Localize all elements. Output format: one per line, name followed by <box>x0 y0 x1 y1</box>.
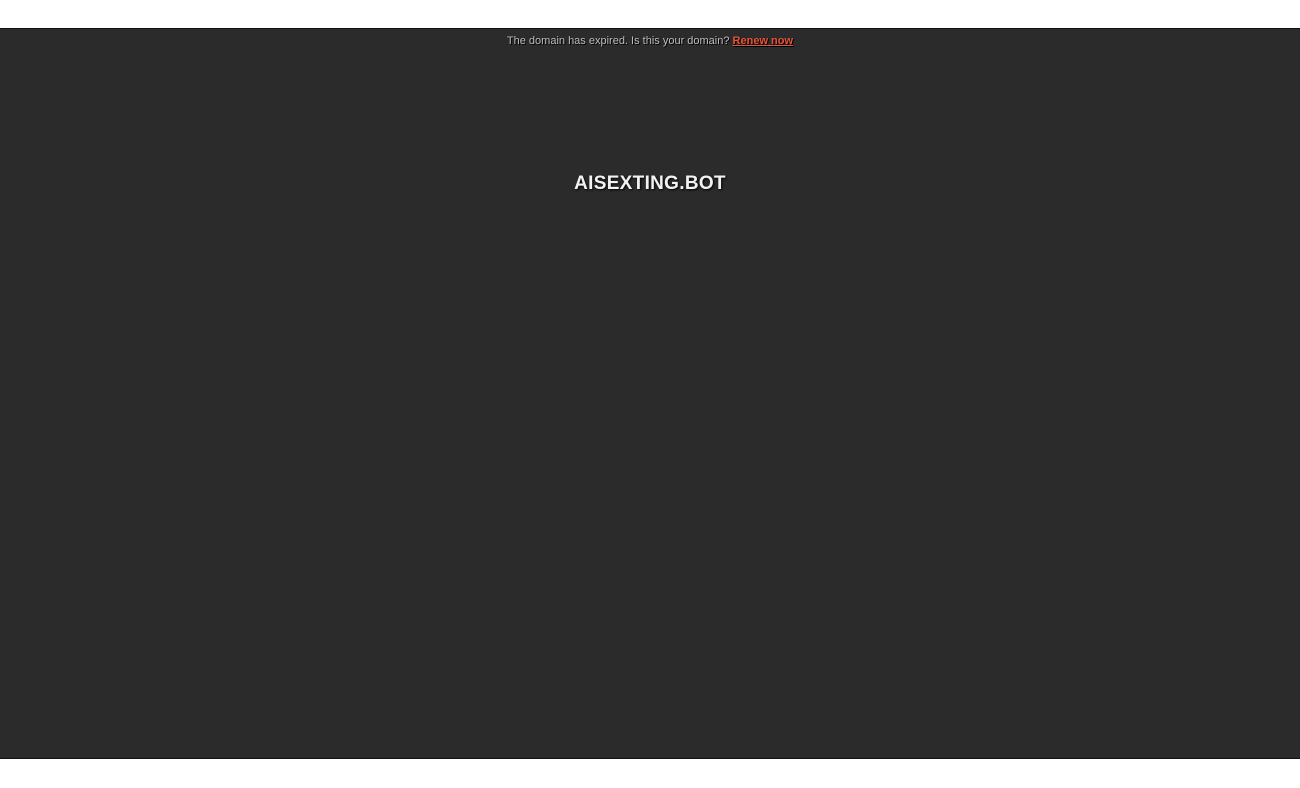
renew-now-link[interactable]: Renew now <box>733 35 794 47</box>
domain-name: AISEXTING.BOT <box>574 173 726 194</box>
expired-notice-text: The domain has expired. Is this your dom… <box>506 35 733 47</box>
expired-notice: The domain has expired. Is this your dom… <box>0 34 1300 48</box>
parked-page-frame: The domain has expired. Is this your dom… <box>0 28 1300 759</box>
